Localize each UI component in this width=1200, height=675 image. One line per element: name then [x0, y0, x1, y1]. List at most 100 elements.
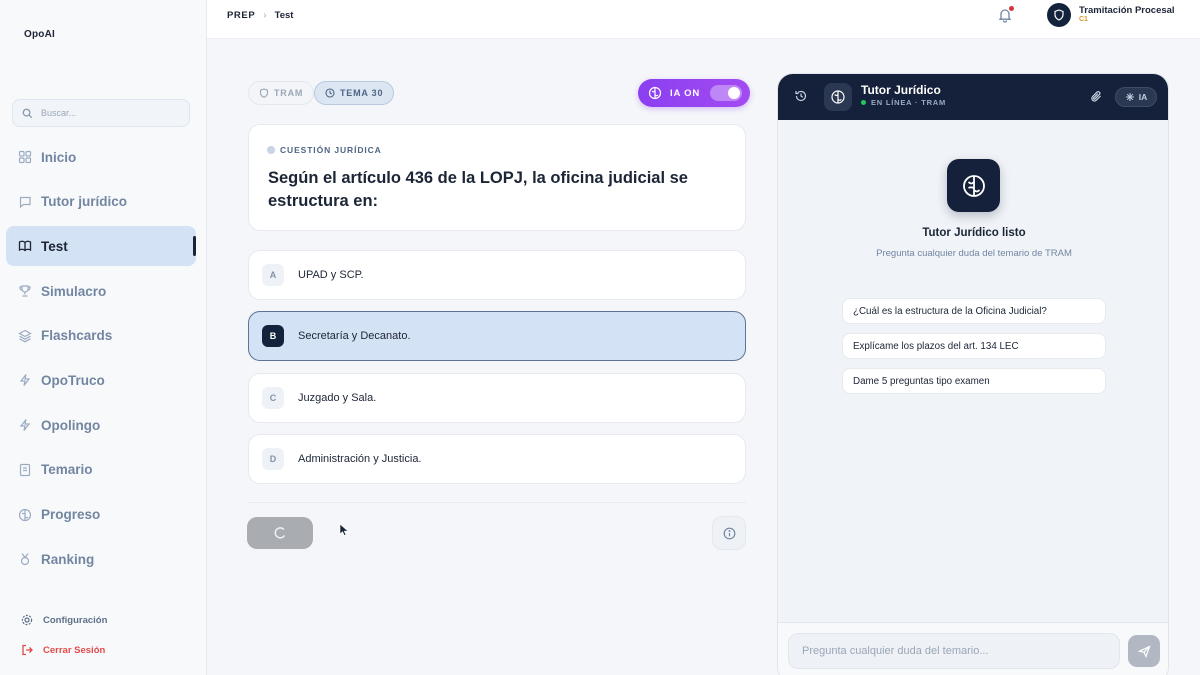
- info-button[interactable]: [712, 516, 746, 550]
- top-bar: PREP › Test Tramitación Procesal C1: [207, 0, 1200, 39]
- brain-icon: [648, 86, 662, 100]
- option-letter: D: [262, 448, 284, 470]
- option-letter: A: [262, 264, 284, 286]
- logout-label: Cerrar Sesión: [43, 644, 106, 656]
- suggestion-chip[interactable]: ¿Cuál es la estructura de la Oficina Jud…: [842, 298, 1106, 324]
- settings-link[interactable]: Configuración: [21, 614, 107, 626]
- option-d[interactable]: D Administración y Justicia.: [248, 434, 746, 484]
- sidebar-item-label: OpoTruco: [41, 372, 105, 388]
- sidebar-item-label: Temario: [41, 462, 93, 478]
- sidebar-item-label: Ranking: [41, 551, 95, 567]
- breadcrumb-test: Test: [274, 10, 294, 21]
- tutor-title: Tutor Jurídico: [861, 83, 941, 97]
- shield-icon: [259, 88, 269, 98]
- question-card: CUESTIÓN JURÍDICA Según el artículo 436 …: [248, 124, 746, 231]
- suggestion-chip[interactable]: Dame 5 preguntas tipo examen: [842, 368, 1106, 394]
- search-input[interactable]: [41, 108, 181, 118]
- tema-pill-label: TEMA 30: [340, 88, 384, 98]
- bolt-icon: [19, 374, 31, 387]
- logout-icon: [22, 644, 33, 656]
- sidebar-item-label: Test: [41, 238, 68, 254]
- chat-bar: [778, 622, 1168, 675]
- chat-input[interactable]: [788, 633, 1120, 669]
- user-level: C1: [1079, 16, 1088, 23]
- sidebar-item-temario[interactable]: Temario: [6, 450, 196, 490]
- option-a[interactable]: A UPAD y SCP.: [248, 250, 746, 300]
- search-box[interactable]: [12, 99, 190, 127]
- sidebar-item-label: Tutor jurídico: [41, 194, 127, 210]
- book-icon: [19, 463, 31, 476]
- sidebar-item-ranking[interactable]: Ranking: [6, 539, 196, 579]
- online-dot: [861, 100, 866, 105]
- sidebar-item-progreso[interactable]: Progreso: [6, 495, 196, 535]
- tutor-panel: Tutor Jurídico EN LÍNEA · TRAM IA Tutor …: [777, 73, 1169, 675]
- sidebar-item-flashcards[interactable]: Flashcards: [6, 316, 196, 356]
- ia-badge-label: IA: [1138, 92, 1148, 102]
- option-c[interactable]: C Juzgado y Sala.: [248, 373, 746, 423]
- tutor-bot-icon: [947, 159, 1000, 212]
- sparkle-icon: [1125, 93, 1134, 101]
- suggestion-chip[interactable]: Explícame los plazos del art. 134 LEC: [842, 333, 1106, 359]
- user-avatar[interactable]: [1047, 3, 1071, 27]
- label-dot: [267, 146, 275, 154]
- send-icon: [1137, 644, 1151, 658]
- brain-icon: [18, 508, 32, 521]
- grid-icon: [18, 150, 32, 164]
- tutor-status-text: EN LÍNEA · TRAM: [871, 98, 947, 107]
- divider: [248, 502, 746, 503]
- ia-badge-button[interactable]: IA: [1115, 87, 1157, 107]
- notification-dot: [1009, 6, 1014, 11]
- gear-icon: [21, 614, 33, 626]
- tutor-status: EN LÍNEA · TRAM: [861, 98, 946, 107]
- sidebar-item-opolingo[interactable]: Opolingo: [6, 405, 196, 445]
- loading-spinner-icon: [274, 527, 286, 539]
- notifications-button[interactable]: [997, 6, 1014, 23]
- info-icon: [723, 527, 735, 539]
- breadcrumb: PREP › Test: [227, 10, 293, 21]
- ia-switch[interactable]: [710, 85, 742, 101]
- user-name: Tramitación Procesal: [1079, 5, 1175, 16]
- option-text: Secretaría y Decanato.: [298, 330, 411, 342]
- settings-label: Configuración: [43, 614, 108, 626]
- question-label: CUESTIÓN JURÍDICA: [267, 145, 382, 155]
- option-letter: B: [262, 325, 284, 347]
- question-label-text: CUESTIÓN JURÍDICA: [280, 145, 382, 155]
- option-text: Administración y Justicia.: [298, 453, 422, 465]
- tram-pill[interactable]: TRAM: [248, 81, 315, 105]
- brain-icon: [831, 90, 845, 104]
- ia-toggle[interactable]: IA ON: [638, 79, 750, 107]
- search-icon: [22, 108, 33, 118]
- option-letter: C: [262, 387, 284, 409]
- ia-toggle-label: IA ON: [670, 87, 701, 99]
- sidebar-item-inicio[interactable]: Inicio: [6, 137, 196, 177]
- bolt-icon: [19, 419, 31, 431]
- paperclip-icon[interactable]: [1090, 90, 1103, 103]
- medal-icon: [20, 553, 30, 566]
- sidebar-item-opotruco[interactable]: OpoTruco: [6, 360, 196, 400]
- question-text: Según el artículo 436 de la LOPJ, la ofi…: [268, 169, 688, 210]
- history-icon[interactable]: [794, 89, 808, 103]
- logout-link[interactable]: Cerrar Sesión: [21, 644, 105, 656]
- tema-pill[interactable]: TEMA 30: [314, 81, 395, 105]
- tutor-header: Tutor Jurídico EN LÍNEA · TRAM IA: [778, 74, 1168, 120]
- sidebar-item-tutor-juridico[interactable]: Tutor jurídico: [6, 182, 196, 222]
- shield-icon: [1054, 9, 1064, 21]
- sidebar-item-label: Simulacro: [41, 283, 107, 299]
- sidebar-nav: Inicio Tutor jurídico Test Simulacro Fla…: [6, 137, 196, 584]
- brain-icon: [962, 174, 985, 197]
- option-b[interactable]: B Secretaría y Decanato.: [248, 311, 746, 361]
- book-open-icon: [18, 241, 32, 252]
- option-text: Juzgado y Sala.: [298, 392, 377, 404]
- mouse-cursor-icon: [339, 523, 349, 536]
- breadcrumb-prep[interactable]: PREP: [227, 10, 255, 21]
- sidebar-item-label: Flashcards: [41, 328, 113, 344]
- sidebar-item-test[interactable]: Test: [6, 226, 196, 267]
- tutor-ready-subtitle: Pregunta cualquier duda del temario de T…: [876, 248, 1072, 259]
- sidebar-item-label: Opolingo: [41, 417, 101, 433]
- check-answer-button[interactable]: [247, 517, 313, 549]
- send-button[interactable]: [1128, 635, 1160, 667]
- tram-pill-label: TRAM: [274, 88, 304, 98]
- tutor-ready-title: Tutor Jurídico listo: [922, 227, 1026, 239]
- app-logo[interactable]: OpoAI: [24, 29, 55, 40]
- sidebar-item-simulacro[interactable]: Simulacro: [6, 271, 196, 311]
